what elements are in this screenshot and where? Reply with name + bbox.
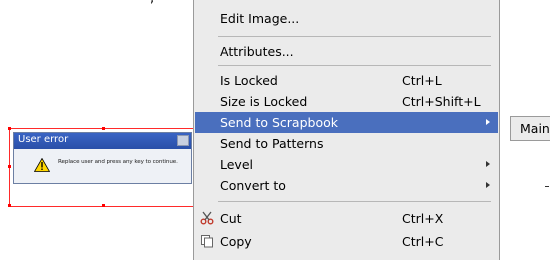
menu-item-shortcut: Ctrl+C (402, 234, 444, 249)
warning-icon (34, 158, 50, 172)
menu-item-is-locked[interactable]: Is Locked Ctrl+L (195, 70, 498, 91)
menu-item-shortcut: Ctrl+L (402, 73, 442, 88)
menu-item-send-to-scrapbook[interactable]: Send to Scrapbook (195, 112, 498, 133)
selection-handle[interactable] (102, 204, 105, 207)
menu-separator (218, 36, 491, 37)
menu-separator (218, 65, 491, 66)
menu-item-send-to-patterns[interactable]: Send to Patterns (195, 133, 498, 154)
menu-item-label: Is Locked (220, 73, 278, 88)
menu-item-label: Convert to (220, 178, 286, 193)
user-error-dialog-image: User error Replace user and press any ke… (13, 132, 192, 184)
menu-item-label: Send to Scrapbook (220, 115, 338, 130)
menu-item-label: Size is Locked (220, 94, 308, 109)
dialog-title: User error (18, 134, 69, 145)
submenu-arrow-icon (486, 161, 490, 167)
canvas-mark (545, 186, 549, 187)
selection-handle[interactable] (8, 127, 11, 130)
menu-item-label: Edit Image... (220, 11, 300, 26)
selection-handle[interactable] (8, 165, 11, 168)
menu-item-shortcut: Ctrl+X (402, 211, 444, 226)
dialog-close-icon (177, 135, 189, 146)
context-menu: Edit Image... Attributes... Is Locked Ct… (193, 0, 500, 260)
dialog-titlebar: User error (14, 133, 191, 149)
submenu-arrow-icon (486, 182, 490, 188)
menu-item-label: Send to Patterns (220, 136, 324, 151)
copy-icon (201, 235, 213, 248)
scissors-icon (200, 211, 214, 225)
menu-separator (218, 201, 491, 202)
menu-item-cut[interactable]: Cut Ctrl+X (195, 208, 498, 229)
menu-item-shortcut: Ctrl+Shift+L (402, 94, 481, 109)
canvas-text-fragment: , (150, 0, 154, 6)
menu-item-attributes[interactable]: Attributes... (195, 41, 498, 62)
dialog-body: Replace user and press any key to contin… (14, 149, 191, 183)
menu-item-convert-to[interactable]: Convert to (195, 175, 498, 196)
submenu-arrow-icon (486, 119, 490, 125)
menu-item-label: Level (220, 157, 253, 172)
menu-item-size-is-locked[interactable]: Size is Locked Ctrl+Shift+L (195, 91, 498, 112)
menu-item-level[interactable]: Level (195, 154, 498, 175)
menu-item-copy[interactable]: Copy Ctrl+C (195, 231, 498, 252)
selection-handle[interactable] (102, 127, 105, 130)
menu-item-edit-image[interactable]: Edit Image... (195, 8, 498, 29)
selection-handle[interactable] (8, 204, 11, 207)
selected-image-frame[interactable]: User error Replace user and press any ke… (8, 127, 196, 207)
scrapbook-submenu: Main (510, 116, 550, 141)
menu-item-label: Attributes... (220, 44, 294, 59)
menu-item-label: Copy (220, 234, 252, 249)
dialog-message: Replace user and press any key to contin… (58, 159, 178, 165)
menu-item-label: Cut (220, 211, 242, 226)
submenu-item-main[interactable]: Main (520, 121, 550, 136)
